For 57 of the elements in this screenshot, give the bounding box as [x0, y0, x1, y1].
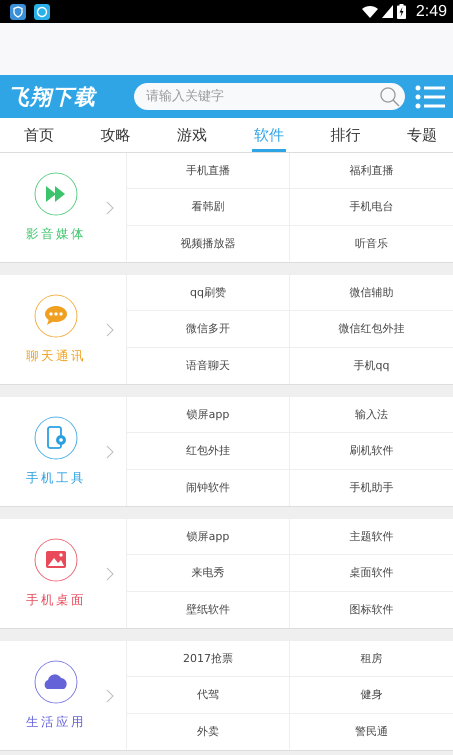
subcategory-link[interactable]: 租房 [290, 641, 453, 678]
subcategory-link[interactable]: 2017抢票 [127, 641, 290, 678]
subcategory-link[interactable]: 视频播放器 [127, 226, 290, 262]
search-icon[interactable] [379, 86, 401, 108]
category-name: 聊天通讯 [26, 348, 86, 365]
subcategory-link[interactable]: 微信红包外挂 [290, 311, 453, 348]
subcategory-link[interactable]: 壁纸软件 [127, 592, 290, 628]
category-link[interactable]: 手机桌面 [0, 519, 127, 628]
category-name: 影音媒体 [26, 226, 86, 243]
menu-icon[interactable] [415, 84, 445, 108]
subcategory-link[interactable]: 红包外挂 [127, 433, 290, 470]
search-field[interactable]: 请输入关键字 [144, 88, 379, 105]
category-link[interactable]: 生活应用 [0, 641, 127, 750]
chevron-icon [106, 200, 114, 214]
app-icon [34, 4, 50, 20]
subcategory-link[interactable]: 福利直播 [290, 153, 453, 190]
chevron-icon [106, 566, 114, 580]
subcategory-link[interactable]: 听音乐 [290, 226, 453, 262]
battery-icon [396, 4, 406, 19]
chevron-icon [106, 688, 114, 702]
subcategory-link[interactable]: 微信多开 [127, 311, 290, 348]
subcategory-link[interactable]: 主题软件 [290, 519, 453, 556]
subcategory-link[interactable]: 代驾 [127, 677, 290, 714]
subcategory-link[interactable]: 手机直播 [127, 153, 290, 190]
subcategory-link[interactable]: 锁屏app [127, 397, 290, 434]
shield-icon [10, 4, 26, 20]
signal-icon [382, 5, 393, 18]
category-name: 生活应用 [26, 714, 86, 731]
wifi-icon [362, 5, 378, 18]
subcategory-link[interactable]: 手机qq [290, 348, 453, 384]
subcategory-link[interactable]: 微信辅助 [290, 275, 453, 312]
subcategory-link[interactable]: 外卖 [127, 714, 290, 750]
subcategory-link[interactable]: 桌面软件 [290, 555, 453, 592]
chevron-icon [106, 444, 114, 458]
nav-tab[interactable]: 排行 [328, 118, 362, 152]
clock-time: 2:49 [416, 2, 447, 20]
subcategory-link[interactable]: 输入法 [290, 397, 453, 434]
subcategory-link[interactable]: 来电秀 [127, 555, 290, 592]
subcategory-link[interactable]: 图标软件 [290, 592, 453, 628]
subcategory-link[interactable]: 闹钟软件 [127, 470, 290, 506]
search-bar[interactable]: 请输入关键字 [134, 83, 405, 110]
subcategory-link[interactable]: 健身 [290, 677, 453, 714]
subcategory-link[interactable]: 刷机软件 [290, 433, 453, 470]
subcategory-link[interactable]: 看韩剧 [127, 189, 290, 226]
chevron-icon [106, 322, 114, 336]
subcategory-link[interactable]: qq刷赞 [127, 275, 290, 312]
subcategory-link[interactable]: 警民通 [290, 714, 453, 750]
category-name: 手机桌面 [26, 592, 86, 609]
subcategory-link[interactable]: 手机电台 [290, 189, 453, 226]
nav-tab[interactable]: 专题 [404, 118, 439, 152]
nav-tab[interactable]: 游戏 [175, 118, 210, 152]
subcategory-link[interactable]: 语音聊天 [127, 348, 290, 384]
subcategory-link[interactable]: 锁屏app [127, 519, 290, 556]
nav-tab[interactable]: 攻略 [98, 118, 133, 152]
nav-tab[interactable]: 首页 [22, 118, 56, 152]
subcategory-link[interactable]: 手机助手 [290, 470, 453, 506]
category-name: 手机工具 [26, 470, 86, 487]
